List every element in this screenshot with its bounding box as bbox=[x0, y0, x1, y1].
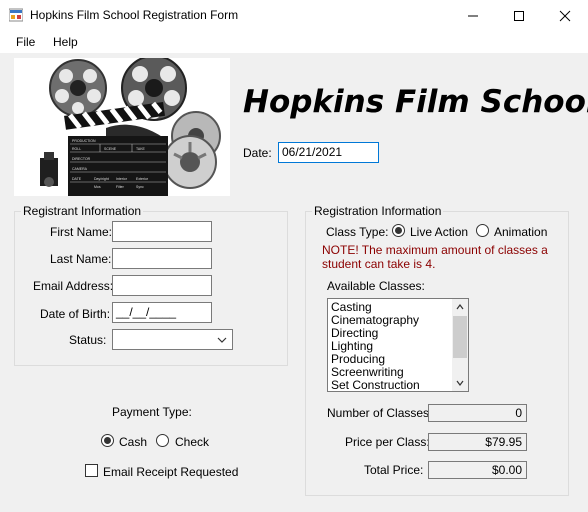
live-action-radio[interactable] bbox=[392, 224, 405, 237]
email-receipt-label[interactable]: Email Receipt Requested bbox=[103, 465, 238, 479]
title-bar: Hopkins Film School Registration Form bbox=[0, 0, 588, 31]
status-dropdown[interactable] bbox=[112, 329, 233, 350]
minimize-button[interactable] bbox=[450, 0, 496, 31]
email-receipt-checkbox[interactable] bbox=[85, 464, 98, 477]
clapper-row-take: TAKE bbox=[136, 147, 146, 151]
cash-radio[interactable] bbox=[101, 434, 114, 447]
clapper-row-production: PRODUCTION bbox=[72, 139, 96, 143]
menu-help[interactable]: Help bbox=[53, 35, 78, 49]
registration-group-title: Registration Information bbox=[312, 204, 444, 218]
clapper-row-roll: ROLL bbox=[72, 147, 81, 151]
maximize-button[interactable] bbox=[496, 0, 542, 31]
first-name-field[interactable] bbox=[112, 221, 212, 242]
price-per-class-field: $79.95 bbox=[428, 433, 527, 451]
scroll-up-icon[interactable] bbox=[456, 304, 464, 310]
list-item-set-construction[interactable]: Set Construction bbox=[328, 379, 468, 392]
date-field[interactable]: 06/21/2021 bbox=[278, 142, 379, 163]
payment-type-label: Payment Type: bbox=[112, 405, 192, 419]
app-icon bbox=[9, 8, 23, 22]
scroll-thumb[interactable] bbox=[453, 316, 467, 358]
email-label: Email Address: bbox=[33, 279, 114, 293]
number-of-classes-field: 0 bbox=[428, 404, 527, 422]
maximize-icon bbox=[514, 10, 524, 21]
available-classes-label: Available Classes: bbox=[327, 279, 425, 293]
clapper-row-mos: Mos bbox=[94, 185, 101, 189]
minimize-icon bbox=[468, 15, 478, 16]
available-classes-listbox[interactable]: Casting Cinematography Directing Lightin… bbox=[327, 298, 469, 392]
clapper-row-exterior: Exterior bbox=[136, 177, 149, 181]
clapper-row-sync: Sync bbox=[136, 185, 144, 189]
clapper-row-date: DATE bbox=[72, 177, 82, 181]
clapper-row-interior: Interior bbox=[116, 177, 128, 181]
dob-field[interactable]: __/__/____ bbox=[112, 302, 212, 323]
dob-label: Date of Birth: bbox=[40, 307, 111, 321]
check-radio-label[interactable]: Check bbox=[175, 435, 209, 449]
menu-bar: File Help bbox=[0, 31, 588, 53]
menu-file[interactable]: File bbox=[16, 35, 35, 49]
animation-radio-label[interactable]: Animation bbox=[494, 225, 547, 239]
check-radio[interactable] bbox=[156, 434, 169, 447]
total-price-label: Total Price: bbox=[364, 463, 424, 477]
scroll-down-icon[interactable] bbox=[456, 380, 464, 386]
first-name-label: First Name: bbox=[50, 225, 113, 239]
date-label: Date: bbox=[243, 146, 272, 160]
clapper-row-day-night: Day/night bbox=[94, 177, 109, 181]
close-icon bbox=[559, 10, 571, 21]
film-reel-clapper-icon: PRODUCTION ROLL SCENE TAKE DIRECTOR CAME… bbox=[14, 55, 230, 196]
last-name-field[interactable] bbox=[112, 248, 212, 269]
class-type-label: Class Type: bbox=[326, 225, 389, 239]
list-scrollbar[interactable] bbox=[452, 299, 468, 391]
total-price-field: $0.00 bbox=[428, 461, 527, 479]
window-title: Hopkins Film School Registration Form bbox=[30, 8, 239, 22]
film-logo-image: PRODUCTION ROLL SCENE TAKE DIRECTOR CAME… bbox=[14, 55, 230, 196]
registrant-group-title: Registrant Information bbox=[21, 204, 144, 218]
chevron-down-icon bbox=[217, 337, 227, 343]
live-action-radio-label[interactable]: Live Action bbox=[410, 225, 468, 239]
status-label: Status: bbox=[69, 333, 107, 347]
last-name-label: Last Name: bbox=[50, 252, 112, 266]
clapper-row-filter: Filter bbox=[116, 185, 125, 189]
price-per-class-label: Price per Class: bbox=[345, 435, 430, 449]
application-window: Hopkins Film School Registration Form Fi… bbox=[0, 0, 588, 512]
number-of-classes-label: Number of Classes: bbox=[327, 406, 433, 420]
school-name-heading: Hopkins Film School bbox=[243, 84, 588, 120]
clapper-row-director: DIRECTOR bbox=[72, 157, 91, 161]
cash-radio-label[interactable]: Cash bbox=[119, 435, 147, 449]
max-classes-note: NOTE! The maximum amount of classes a st… bbox=[322, 243, 548, 271]
clapper-row-camera: CAMERA bbox=[72, 167, 88, 171]
close-button[interactable] bbox=[542, 0, 588, 31]
email-field[interactable] bbox=[112, 275, 212, 296]
clapper-row-scene: SCENE bbox=[104, 147, 117, 151]
animation-radio[interactable] bbox=[476, 224, 489, 237]
